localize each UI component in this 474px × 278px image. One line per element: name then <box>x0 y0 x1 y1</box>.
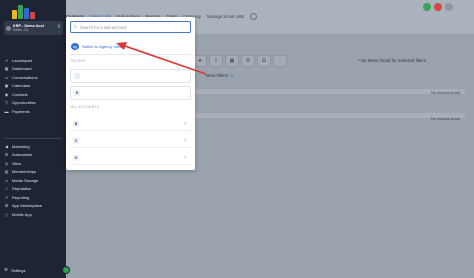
tab-manage-smart-lists[interactable]: Manage Smart Lists <box>207 14 244 20</box>
sidebar-item-launchpad[interactable]: ➚ Launchpad <box>0 56 66 65</box>
user-avatar[interactable] <box>445 3 453 11</box>
megaphone-icon: ◀ <box>4 143 9 149</box>
phone-icon: ▯ <box>5 211 8 217</box>
account-switcher[interactable]: KRP - Demo Acct Dallas, CA ⇕ <box>4 21 63 35</box>
recent-section-label: RECENT <box>71 59 87 63</box>
no-records-text: No records found <box>431 117 461 121</box>
search-input[interactable] <box>79 24 180 30</box>
no-items-message: * No items found for selected filters <box>358 58 427 63</box>
table-header <box>193 113 465 118</box>
funnel-icon: ▽ <box>4 100 9 106</box>
star-icon: ☆ <box>4 186 9 192</box>
logo-bar <box>30 12 35 19</box>
chart-icon: ↗ <box>4 194 9 200</box>
calendar-icon: ▣ <box>4 83 9 89</box>
sidebar: KRP - Demo Acct Dallas, CA ⇕ ➚ Launchpad … <box>0 0 66 278</box>
notification-avatar-icon[interactable] <box>434 3 442 11</box>
card-icon: ▬ <box>4 108 9 114</box>
list-icon[interactable]: ☰ <box>257 55 271 67</box>
switch-to-agency-view[interactable]: Ag Switch to Agency View <box>71 43 122 50</box>
divider <box>70 54 191 55</box>
sidebar-item-dashboard[interactable]: ▦ Dashboard <box>0 65 66 74</box>
sidebar-item-reporting[interactable]: ↗ Reporting <box>0 193 66 202</box>
account-location: Dallas, CA <box>13 28 29 32</box>
sidebar-nav-primary: ➚ Launchpad ▦ Dashboard ▭ Conversations ▣ Ca… <box>0 56 66 116</box>
sidebar-item-opportunities[interactable]: ▽ Opportunities <box>0 99 66 108</box>
more-filters-button[interactable]: More Filters ☰ <box>206 73 234 78</box>
no-records-text: No records found <box>431 91 461 95</box>
logo-bar <box>24 8 29 19</box>
subaccount-search[interactable]: ⌕ <box>70 21 191 33</box>
sidebar-item-payments[interactable]: ▬ Payments <box>0 107 66 116</box>
contacts-toolbar: ★ ⇩ ▦ ⚙ ☰ ⋯ <box>193 55 287 67</box>
sidebar-item-settings[interactable]: ⚙ Settings <box>4 267 26 273</box>
search-icon: ⌕ <box>74 24 77 30</box>
phone-avatar-icon[interactable] <box>423 3 431 11</box>
logo-bar <box>12 10 17 19</box>
sidebar-item-mobile-app[interactable]: ▯ Mobile App <box>0 210 66 219</box>
import-icon[interactable]: ⇩ <box>209 55 223 67</box>
table-header <box>193 89 465 94</box>
sidebar-item-memberships[interactable]: ▤ Memberships <box>0 168 66 177</box>
agency-badge: Ag <box>71 43 79 50</box>
account-initial: C <box>73 137 79 144</box>
globe-icon: ◎ <box>4 160 9 166</box>
account-item[interactable]: C ✎ <box>70 134 191 148</box>
pin-icon[interactable]: ✎ <box>184 155 187 160</box>
sidebar-item-sites[interactable]: ◎ Sites <box>0 159 66 168</box>
sidebar-item-automation[interactable]: ⚙ Automation <box>0 151 66 160</box>
recent-account-item[interactable] <box>70 69 191 83</box>
sidebar-item-reputation[interactable]: ☆ Reputation <box>0 185 66 194</box>
sidebar-item-contacts[interactable]: ◉ Contacts <box>0 90 66 99</box>
recent-account-item[interactable]: H <box>70 86 191 100</box>
pin-icon[interactable]: ✎ <box>184 138 187 143</box>
help-button[interactable] <box>62 266 70 274</box>
rocket-icon: ➚ <box>4 57 9 63</box>
settings-icon[interactable]: ⚙ <box>241 55 255 67</box>
account-initial: G <box>73 154 79 161</box>
settings-icon[interactable] <box>250 13 258 20</box>
sidebar-divider <box>4 138 62 139</box>
sidebar-item-conversations[interactable]: ▭ Conversations <box>0 73 66 82</box>
account-initial: H <box>74 90 80 96</box>
account-switcher-dropdown: ⌕ Ag Switch to Agency View RECENT H ALL … <box>66 17 195 170</box>
automation-icon: ⚙ <box>4 152 9 158</box>
filter-icon[interactable]: ▦ <box>225 55 239 67</box>
sidebar-item-app-marketplace[interactable]: ⊞ App Marketplace <box>0 202 66 211</box>
all-accounts-section-label: ALL ACCOUNTS <box>71 105 100 109</box>
sidebar-nav-secondary: ◀ Marketing ⚙ Automation ◎ Sites ▤ Membershi… <box>0 142 66 219</box>
membership-icon: ▤ <box>4 169 9 175</box>
folder-icon: ▱ <box>4 177 9 183</box>
more-icon[interactable]: ⋯ <box>273 55 287 67</box>
filter-lines-icon: ☰ <box>230 73 234 78</box>
sidebar-item-marketing[interactable]: ◀ Marketing <box>0 142 66 151</box>
chat-icon: ▭ <box>4 74 9 80</box>
sidebar-item-calendars[interactable]: ▣ Calendars <box>0 82 66 91</box>
brand-logo <box>12 3 38 19</box>
contacts-icon: ◉ <box>4 91 9 97</box>
pin-icon[interactable]: ✎ <box>184 121 187 126</box>
gear-icon: ⚙ <box>4 267 9 272</box>
account-item[interactable]: G ✎ <box>70 151 191 165</box>
account-item[interactable]: B ✎ <box>70 117 191 131</box>
logo-bar <box>18 5 23 19</box>
apps-icon: ⊞ <box>4 203 9 209</box>
star-icon[interactable]: ★ <box>193 55 207 67</box>
account-initial <box>74 73 80 79</box>
account-avatar <box>6 25 11 31</box>
chevron-updown-icon: ⇕ <box>56 24 61 30</box>
sidebar-item-media-storage[interactable]: ▱ Media Storage <box>0 176 66 185</box>
account-initial: B <box>73 120 79 127</box>
dashboard-icon: ▦ <box>4 66 9 72</box>
switch-label: Switch to Agency View <box>82 44 123 49</box>
